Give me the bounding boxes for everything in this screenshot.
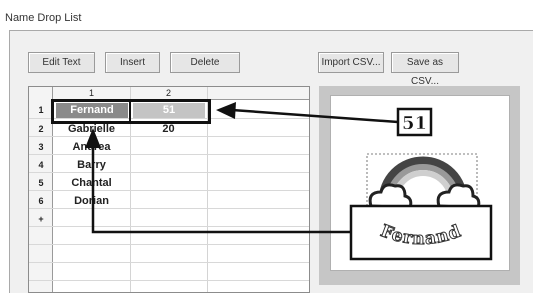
preview-canvas xyxy=(330,95,510,271)
grid-column-header-2[interactable]: 2 xyxy=(130,87,207,100)
grid-row-divider xyxy=(29,172,309,173)
grid-column-header-1[interactable]: 1 xyxy=(53,87,130,100)
grid-row-divider xyxy=(29,190,309,191)
save-as-csv-button[interactable]: Save as CSV... xyxy=(391,52,459,87)
grid-cell-value[interactable]: 51 xyxy=(133,103,205,118)
grid-row-number[interactable]: 3 xyxy=(29,142,53,152)
grid-row-divider xyxy=(29,262,309,263)
delete-button[interactable]: Delete xyxy=(170,52,240,73)
window-title: Name Drop List xyxy=(5,12,82,24)
grid-row-divider xyxy=(29,280,309,281)
grid-cell-name[interactable]: Fernand xyxy=(56,103,128,118)
grid-row-number[interactable]: 4 xyxy=(29,160,53,170)
grid-row-number[interactable]: 2 xyxy=(29,124,53,134)
import-csv-button[interactable]: Import CSV... xyxy=(318,52,384,73)
grid-row-divider xyxy=(29,118,309,119)
grid-cell-name[interactable]: Dorian xyxy=(53,194,130,208)
grid-row-divider xyxy=(29,226,309,227)
grid-new-row-marker[interactable]: + xyxy=(29,214,53,224)
grid-cell-name[interactable]: Gabrielle xyxy=(53,122,130,136)
left-cloud-shape xyxy=(368,183,413,210)
grid-row-number[interactable]: 6 xyxy=(29,196,53,206)
grid-cell-name[interactable]: Barry xyxy=(53,158,130,172)
grid-cell-name[interactable]: Chantal xyxy=(53,176,130,190)
right-cloud-shape xyxy=(436,183,481,210)
grid-row-divider xyxy=(29,136,309,137)
title-bar: Name Drop List xyxy=(0,0,533,30)
grid-row-number[interactable]: 1 xyxy=(29,105,53,115)
grid-cell-value[interactable]: 20 xyxy=(130,122,207,136)
grid-row-divider xyxy=(29,208,309,209)
insert-button[interactable]: Insert xyxy=(105,52,160,73)
name-grid[interactable]: 1 2 1 2 3 4 5 6 + Fernand 51 Gabrielle 2… xyxy=(28,86,310,293)
embroidery-design xyxy=(366,153,481,223)
grid-cell-name[interactable]: Andrea xyxy=(53,140,130,154)
grid-row-divider xyxy=(29,244,309,245)
grid-row-divider xyxy=(29,154,309,155)
grid-row-number[interactable]: 5 xyxy=(29,178,53,188)
edit-text-button[interactable]: Edit Text xyxy=(28,52,95,73)
